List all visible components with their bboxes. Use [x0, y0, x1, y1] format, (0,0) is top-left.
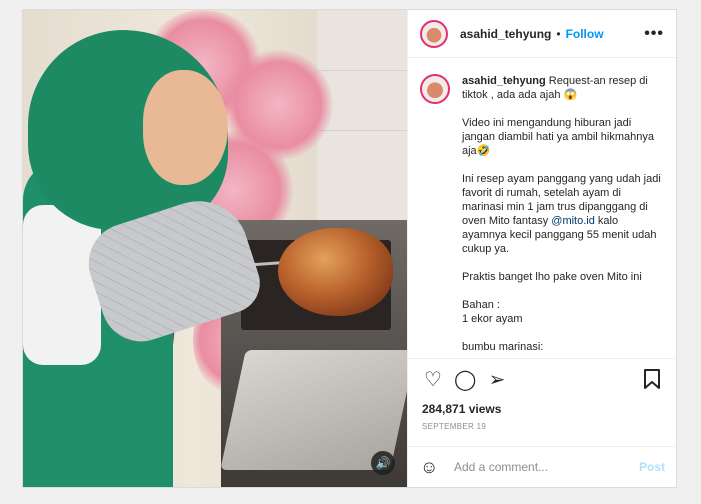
- tile-line: [317, 70, 407, 71]
- post-side-panel: asahid_tehyung • Follow ••• asahid_tehyu…: [407, 10, 677, 487]
- view-count[interactable]: 284,871 views: [422, 402, 501, 416]
- caption-paragraph: Video ini mengandung hiburan jadi jangan…: [462, 117, 654, 157]
- mention-link[interactable]: @mito.id: [551, 215, 595, 227]
- avatar[interactable]: [420, 19, 448, 48]
- marinade-title: bumbu marinasi:: [462, 341, 544, 353]
- speaker-icon[interactable]: 🔊: [371, 451, 395, 475]
- follow-button[interactable]: Follow: [566, 27, 604, 41]
- more-options-icon[interactable]: •••: [644, 25, 664, 43]
- emoji-icon[interactable]: ☺: [420, 457, 442, 478]
- caption-area[interactable]: asahid_tehyung Request-an resep di tikto…: [408, 58, 676, 358]
- instagram-post-embed: 🔊 asahid_tehyung • Follow ••• asahid_teh…: [22, 9, 677, 488]
- separator-dot: •: [556, 26, 561, 41]
- caption-username[interactable]: asahid_tehyung: [462, 75, 546, 87]
- caption-text: asahid_tehyung Request-an resep di tikto…: [462, 74, 664, 358]
- header-username[interactable]: asahid_tehyung: [460, 27, 551, 41]
- caption-paragraph: Praktis banget lho pake oven Mito ini: [462, 271, 642, 283]
- post-date: SEPTEMBER 19: [422, 422, 487, 431]
- caption-avatar[interactable]: [420, 74, 450, 104]
- ingredients-title: Bahan :: [462, 299, 500, 311]
- post-comment-button[interactable]: Post: [639, 460, 665, 474]
- comment-icon[interactable]: ◯: [454, 369, 476, 391]
- face: [143, 70, 228, 185]
- roast-chicken: [278, 228, 393, 316]
- post-header: asahid_tehyung • Follow •••: [408, 10, 676, 58]
- heart-icon[interactable]: ♡: [422, 369, 444, 391]
- share-icon[interactable]: ➢: [486, 369, 508, 391]
- action-bar: ♡ ◯ ➢: [408, 358, 677, 398]
- tile-line: [317, 130, 407, 131]
- person-shirt: [23, 205, 101, 365]
- ingredient-item: 1 ekor ayam: [462, 313, 523, 325]
- bookmark-icon[interactable]: [641, 369, 663, 391]
- post-video[interactable]: 🔊: [23, 10, 407, 487]
- comment-bar: ☺ Post: [408, 446, 677, 487]
- comment-input[interactable]: [454, 460, 624, 474]
